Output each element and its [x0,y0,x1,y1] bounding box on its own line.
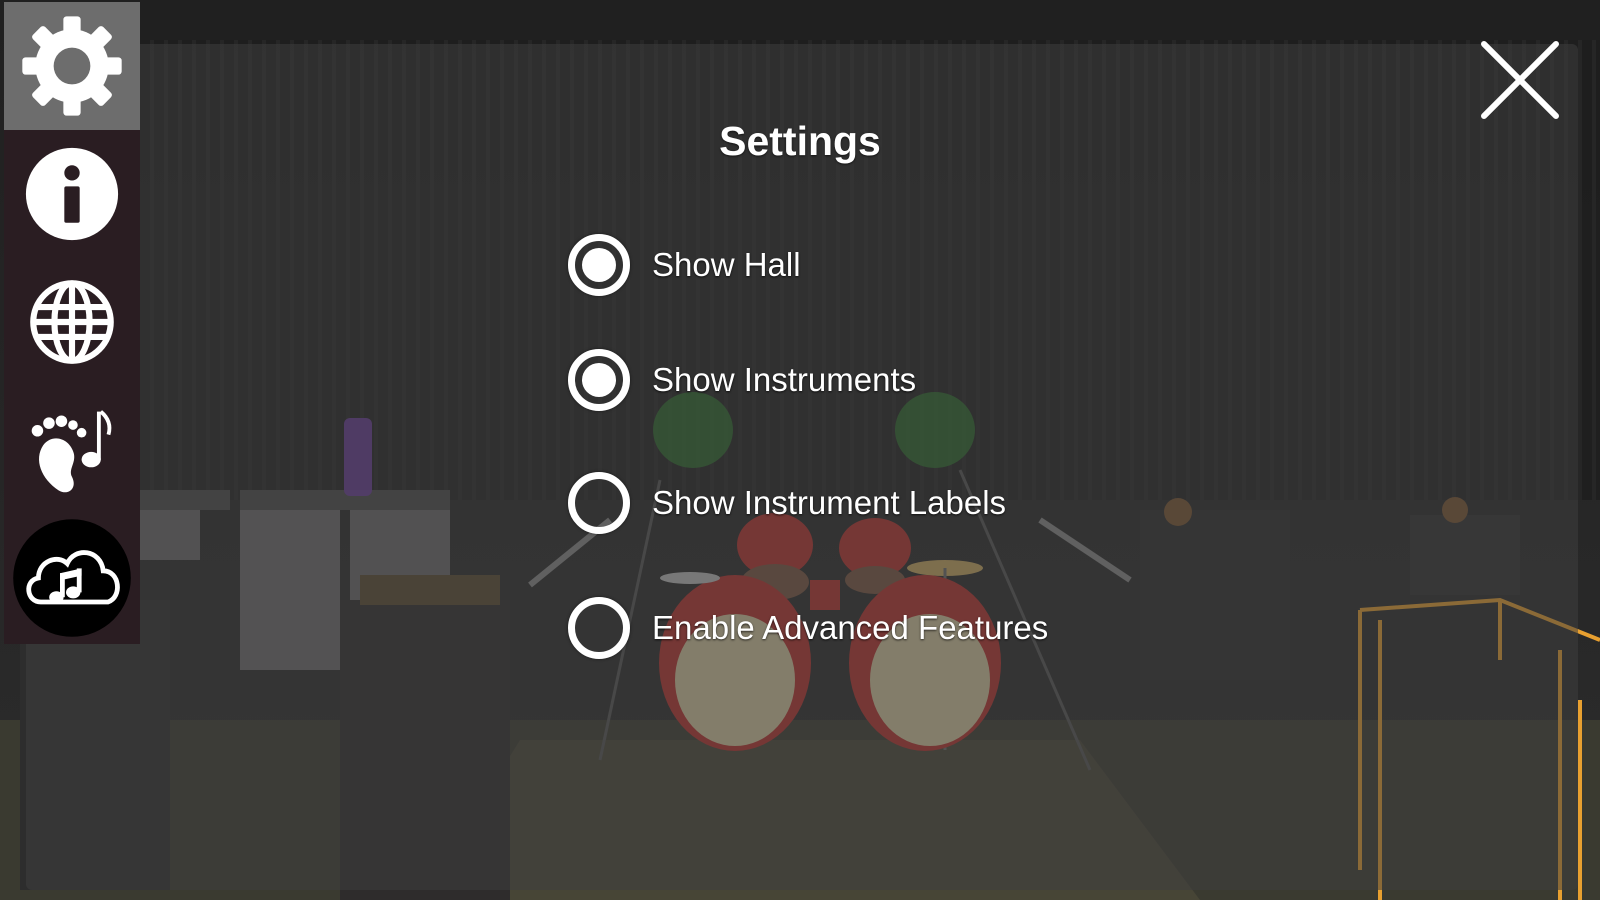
footprint-music-icon [31,410,112,493]
globe-icon [30,280,114,364]
option-label: Show Instrument Labels [652,484,1007,521]
radio-show-instruments[interactable] [568,349,630,411]
option-label: Show Instruments [652,361,917,398]
sidebar [4,2,140,644]
radio-show-instrument-labels[interactable] [568,472,630,534]
radio-show-hall[interactable] [568,234,630,296]
info-icon [25,147,119,241]
language-button[interactable] [4,258,140,386]
option-show-hall[interactable]: Show Hall [568,225,801,305]
info-button[interactable] [4,130,140,258]
gear-icon [22,16,122,116]
close-icon [1481,41,1559,119]
settings-button[interactable] [4,2,140,130]
close-button[interactable] [1480,40,1560,120]
settings-title: Settings [719,118,881,164]
option-label: Enable Advanced Features [652,609,1049,646]
music-cloud-button[interactable] [4,514,140,642]
radio-enable-advanced-features[interactable] [568,597,630,659]
option-show-instrument-labels[interactable]: Show Instrument Labels [568,463,1006,543]
music-cloud-icon [13,519,131,637]
option-enable-advanced-features[interactable]: Enable Advanced Features [568,588,1048,668]
option-show-instruments[interactable]: Show Instruments [568,340,916,420]
footprint-music-button[interactable] [4,386,140,514]
option-label: Show Hall [652,246,801,283]
